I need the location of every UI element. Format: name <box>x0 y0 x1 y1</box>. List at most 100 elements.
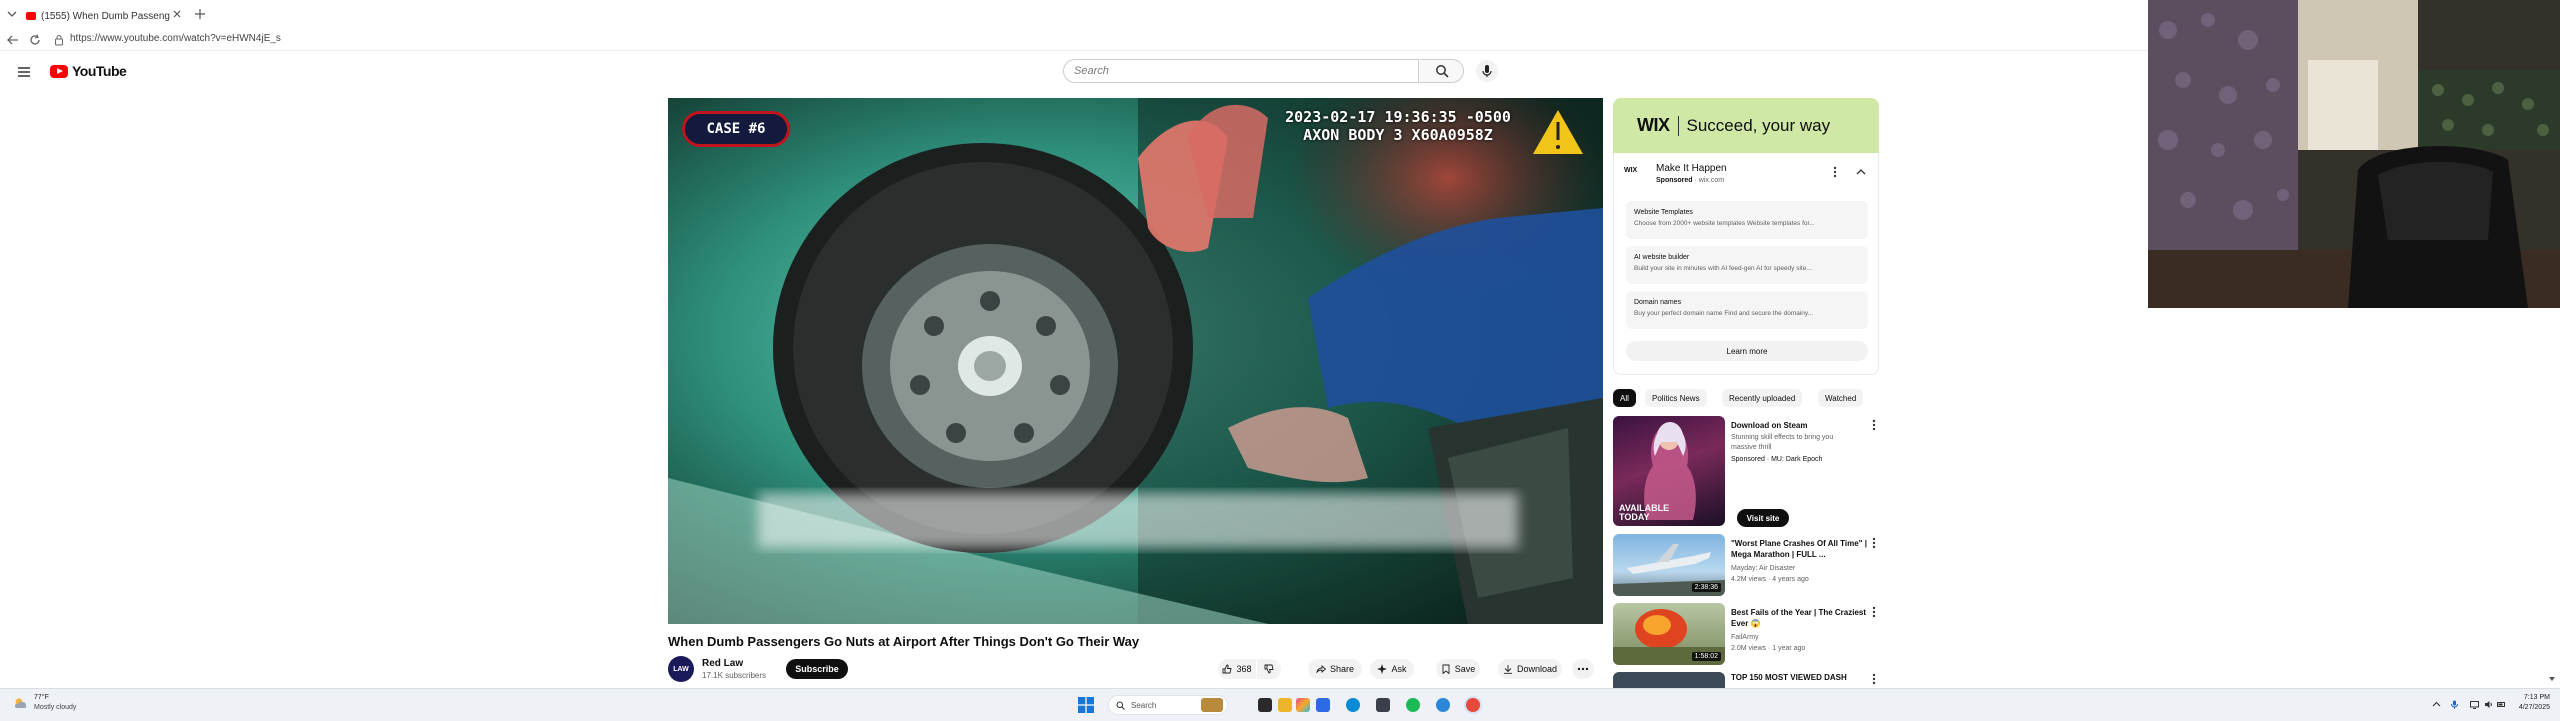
spotify-icon[interactable] <box>1406 698 1420 712</box>
chip-politics-news[interactable]: Politics News <box>1645 389 1707 407</box>
close-tab-icon[interactable] <box>172 9 182 19</box>
channel-name[interactable]: Red Law <box>702 658 743 669</box>
ad-sitelink-desc: Choose from 2000+ website templates Webs… <box>1634 220 1815 227</box>
download-label: Download <box>1516 664 1558 674</box>
tray-overflow-icon[interactable] <box>2432 700 2441 709</box>
wix-banner-logo: WIX <box>1637 115 1670 135</box>
scroll-down-arrow-icon[interactable] <box>2548 675 2556 683</box>
clock-time[interactable]: 7:13 PM <box>2510 694 2550 701</box>
ad-domain: · wix.com <box>1694 177 1725 184</box>
subscribe-button[interactable]: Subscribe <box>786 659 848 679</box>
recommendation-item[interactable]: 1:58:02 Best Fails of the Year | The Cra… <box>1613 603 1879 667</box>
bookmark-icon <box>1442 664 1450 674</box>
clock-date[interactable]: 4/27/2025 <box>2510 704 2550 711</box>
taskbar-search-box[interactable]: Search <box>1108 695 1228 715</box>
search-input[interactable]: Search <box>1063 59 1419 83</box>
recommendation-item[interactable]: 2:38:36 "Worst Plane Crashes Of All Time… <box>1613 534 1879 598</box>
store-icon[interactable] <box>1316 698 1330 712</box>
calculator-icon[interactable] <box>1376 698 1390 712</box>
back-arrow-icon[interactable] <box>6 33 20 47</box>
recommendation-item[interactable]: AVAILABLE TODAY Download on Steam Stunni… <box>1613 416 1879 528</box>
windows-start-icon[interactable] <box>1078 697 1094 713</box>
ad-sitelink-title: AI website builder <box>1634 254 1690 261</box>
microphone-tray-icon[interactable] <box>2450 700 2459 709</box>
url-field[interactable]: https://www.youtube.com/watch?v=eHWN4jE_… <box>70 33 281 44</box>
recommendation-sponsor: Sponsored · MU: Dark Epoch <box>1731 456 1823 463</box>
advertiser-logo: WIX <box>1624 167 1638 174</box>
ad-more-icon[interactable] <box>1832 165 1838 179</box>
chip-watched[interactable]: Watched <box>1818 389 1864 407</box>
channel-avatar[interactable]: LAW <box>668 656 694 682</box>
task-view-icon[interactable] <box>1258 698 1272 712</box>
file-explorer-icon[interactable] <box>1278 698 1292 712</box>
edge-icon[interactable] <box>1346 698 1360 712</box>
recommendation-thumbnail[interactable]: AVAILABLE TODAY <box>1613 416 1725 526</box>
ad-banner[interactable]: WIX Succeed, your way <box>1613 98 1879 153</box>
like-button[interactable]: 368 <box>1218 659 1256 679</box>
recommendation-channel: FailArmy <box>1731 634 1759 641</box>
search-highlight-icon <box>1201 698 1223 712</box>
like-count: 368 <box>1236 664 1252 674</box>
more-actions-button[interactable] <box>1572 659 1594 679</box>
video-title: When Dumb Passengers Go Nuts at Airport … <box>668 634 1140 649</box>
download-button[interactable]: Download <box>1498 659 1562 679</box>
search-button[interactable] <box>1420 59 1464 83</box>
ad-sitelink-desc: Build your site in minutes with AI feed-… <box>1634 265 1812 272</box>
ad-title[interactable]: Make It Happen <box>1656 163 1727 174</box>
copilot-icon[interactable] <box>1296 698 1310 712</box>
more-vertical-icon[interactable] <box>1871 418 1877 432</box>
ad-sitelink[interactable]: Website Templates Choose from 2000+ webs… <box>1626 201 1868 239</box>
youtube-favicon-icon <box>26 12 36 20</box>
ask-label: Ask <box>1391 664 1407 674</box>
share-button[interactable]: Share <box>1308 659 1362 679</box>
voice-search-button[interactable] <box>1476 60 1498 82</box>
subscriber-count: 17.1K subscribers <box>702 671 767 680</box>
webcam-overlay <box>2148 0 2560 308</box>
battery-icon[interactable] <box>2497 700 2506 709</box>
menu-icon[interactable] <box>16 64 32 80</box>
firefox-icon[interactable] <box>1436 698 1450 712</box>
reload-icon[interactable] <box>28 33 42 47</box>
youtube-logo[interactable]: YouTube <box>50 63 127 79</box>
new-tab-icon[interactable] <box>194 8 206 20</box>
thumbs-up-icon <box>1223 664 1233 674</box>
volume-icon[interactable] <box>2484 700 2493 709</box>
more-vertical-icon[interactable] <box>1871 605 1877 619</box>
recommendation-title: TOP 150 MOST VIEWED DASH <box>1731 673 1847 682</box>
video-player[interactable]: CASE #6 2023-02-17 19:36:35 -0500 AXON B… <box>668 98 1603 624</box>
banner-divider <box>1677 115 1679 136</box>
more-vertical-icon[interactable] <box>1871 672 1877 686</box>
network-icon[interactable] <box>2470 700 2479 709</box>
collapse-chevron-icon[interactable] <box>1856 167 1866 177</box>
ad-sitelink[interactable]: Domain names Buy your perfect domain nam… <box>1626 291 1868 329</box>
site-info-icon[interactable] <box>54 34 64 46</box>
chip-recently-uploaded[interactable]: Recently uploaded <box>1722 389 1803 407</box>
more-vertical-icon[interactable] <box>1871 536 1877 550</box>
address-bar-row: https://www.youtube.com/watch?v=eHWN4jE_… <box>0 30 2148 51</box>
dislike-button[interactable] <box>1257 659 1281 679</box>
learn-more-button[interactable]: Learn more <box>1626 341 1868 361</box>
case-number-badge: CASE #6 <box>682 111 790 147</box>
recommendation-title: Download on Steam <box>1731 421 1808 430</box>
tab-actions-icon[interactable] <box>6 8 18 20</box>
browser-tab[interactable]: (1555) When Dumb Passeng <box>26 4 186 28</box>
channel-row: LAW Red Law 17.1K subscribers Subscribe … <box>668 654 1603 684</box>
share-icon <box>1316 665 1326 674</box>
recommendation-title: Best Fails of the Year | The Craziest Ev… <box>1731 608 1867 628</box>
recommendation-channel: Mayday: Air Disaster <box>1731 565 1796 572</box>
taskbar-search-label: Search <box>1131 700 1157 710</box>
save-button[interactable]: Save <box>1436 659 1480 679</box>
bodycam-device: AXON BODY 3 X60A0958Z <box>1303 126 1493 144</box>
ask-button[interactable]: Ask <box>1370 659 1414 679</box>
visit-site-button[interactable]: Visit site <box>1737 509 1789 527</box>
save-label: Save <box>1454 664 1476 674</box>
recommendation-thumbnail[interactable] <box>1613 672 1725 688</box>
video-duration: 2:38:36 <box>1691 583 1721 592</box>
recommendation-thumbnail[interactable]: 1:58:02 <box>1613 603 1725 665</box>
ad-sitelink[interactable]: AI website builder Build your site in mi… <box>1626 246 1868 284</box>
chip-all[interactable]: All <box>1613 389 1636 407</box>
recommendation-thumbnail[interactable]: 2:38:36 <box>1613 534 1725 596</box>
recommendation-item[interactable]: TOP 150 MOST VIEWED DASH <box>1613 672 1879 688</box>
ad-sitelink-desc: Buy your perfect domain name Find and se… <box>1634 310 1814 317</box>
chrome-icon[interactable] <box>1466 698 1480 712</box>
